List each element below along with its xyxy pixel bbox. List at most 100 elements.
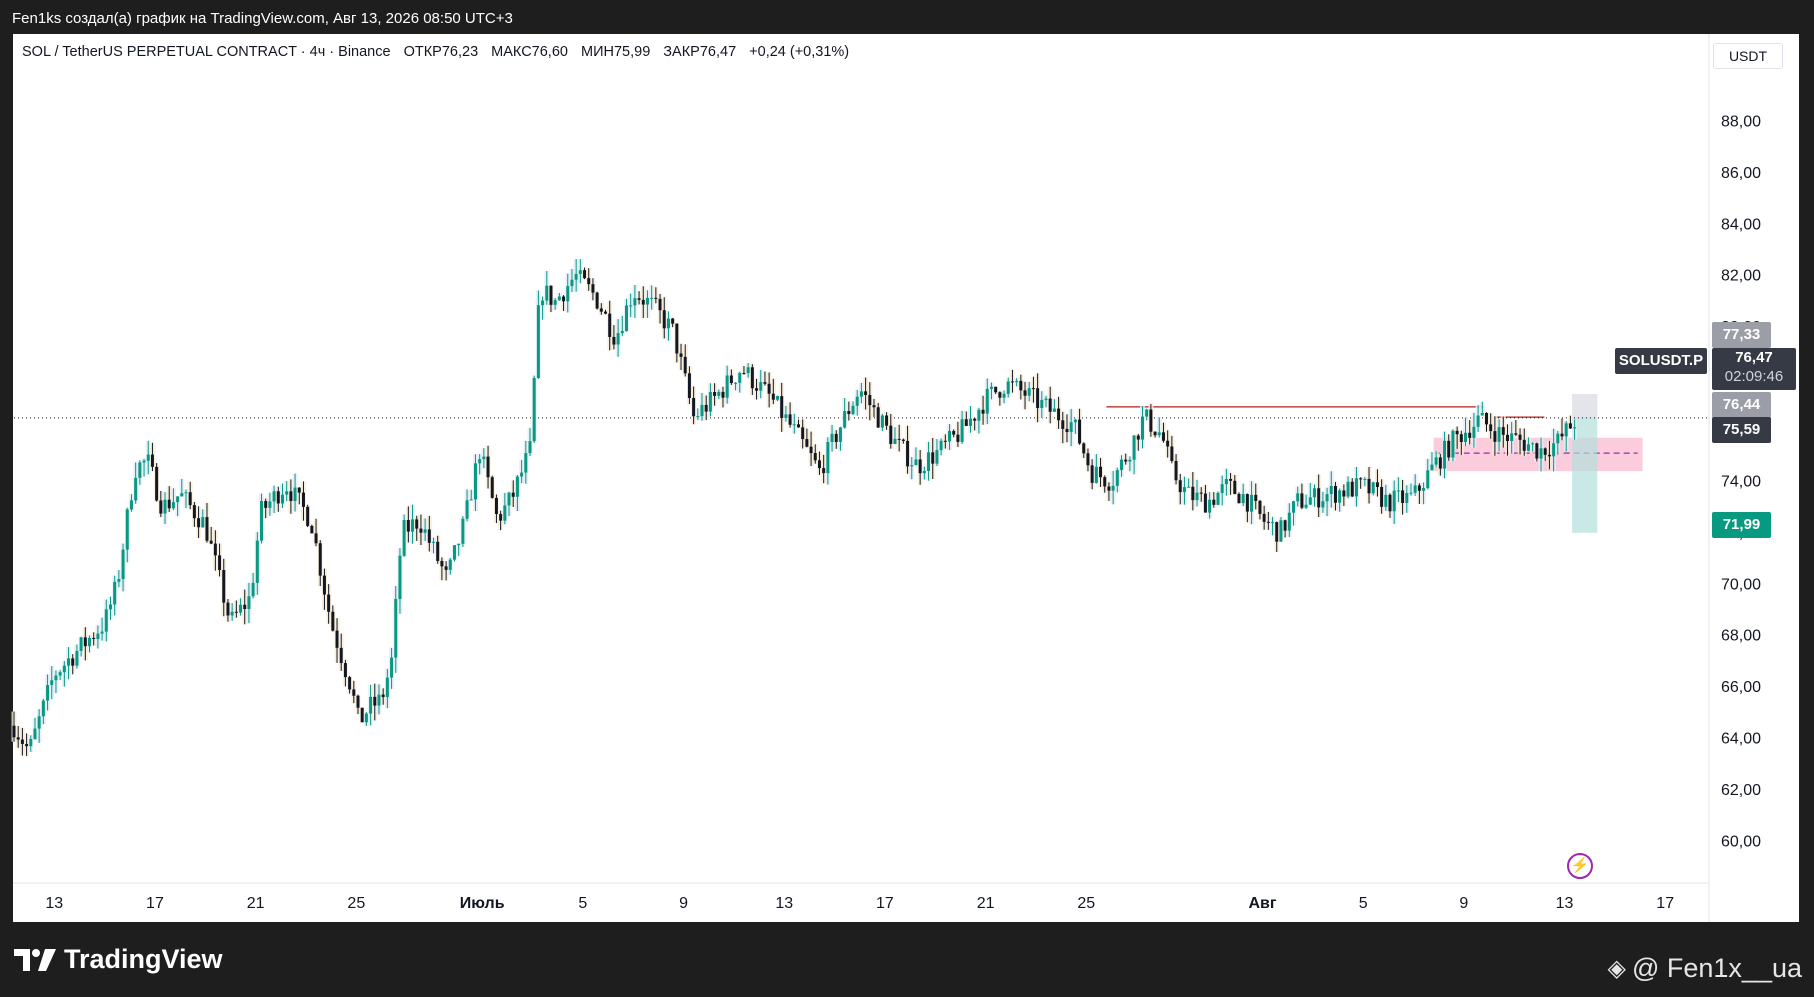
- candle-body: [910, 465, 914, 467]
- candle-body: [1136, 435, 1140, 440]
- candle-body: [1371, 482, 1375, 494]
- candle-body: [1556, 433, 1560, 444]
- candle-body: [146, 454, 150, 461]
- candle-body: [1174, 460, 1178, 481]
- legend-symbol: SOL / TetherUS PERPETUAL CONTRACT · 4ч ·…: [22, 44, 391, 60]
- currency-selector[interactable]: USDT: [1713, 43, 1783, 69]
- candle-body: [1342, 490, 1346, 497]
- candle-body: [222, 570, 226, 603]
- candle-body: [692, 398, 696, 417]
- lightning-icon[interactable]: ⚡: [1567, 853, 1593, 879]
- candle-body: [704, 404, 708, 412]
- candle-body: [683, 356, 687, 374]
- candle-body: [415, 519, 419, 529]
- candle-body: [486, 456, 490, 478]
- candle-body: [88, 637, 92, 647]
- price-chart[interactable]: 60,0062,0064,0066,0068,0070,0072,0074,00…: [0, 0, 1814, 997]
- candle-body: [1128, 459, 1132, 462]
- candle-body: [532, 377, 536, 442]
- candle-body: [180, 493, 184, 497]
- candle-body: [1010, 381, 1014, 383]
- candle-body: [1333, 486, 1337, 503]
- candle-body: [478, 459, 482, 464]
- candle-body: [155, 466, 159, 501]
- candle-body: [645, 297, 649, 305]
- x-tick-label: 9: [679, 895, 688, 912]
- candle-body: [784, 414, 788, 418]
- candle-body: [499, 514, 503, 521]
- candle-body: [1543, 448, 1547, 455]
- candle-body: [801, 427, 805, 440]
- candle-body: [129, 500, 133, 510]
- candle-body: [1099, 466, 1103, 478]
- candle-body: [75, 650, 79, 666]
- candle-body: [780, 396, 784, 418]
- candle-body: [335, 630, 339, 648]
- candle-body: [1564, 423, 1568, 437]
- candle-body: [1505, 434, 1509, 441]
- candle-body: [834, 433, 838, 442]
- candle-body: [1199, 492, 1203, 494]
- candle-body: [755, 388, 759, 391]
- candle-body: [587, 278, 591, 285]
- candle-body: [1300, 493, 1304, 508]
- y-tick-label: 62,00: [1721, 782, 1761, 799]
- candle-body: [1380, 486, 1384, 507]
- y-tick-label: 64,00: [1721, 731, 1761, 748]
- candle-body: [838, 427, 842, 442]
- candle-body: [1212, 499, 1216, 505]
- candle-body: [771, 393, 775, 400]
- tradingview-logo: TradingView: [14, 944, 223, 975]
- candle-body: [989, 386, 993, 389]
- candle-body: [482, 456, 486, 460]
- candle-body: [1111, 485, 1115, 491]
- candle-body: [817, 460, 821, 469]
- candle-body: [1451, 430, 1455, 458]
- candle-body: [465, 500, 469, 519]
- x-tick-label: 5: [1359, 895, 1368, 912]
- candle-body: [1388, 494, 1392, 512]
- candle-body: [1539, 448, 1543, 459]
- candle-body: [1535, 443, 1539, 459]
- legend-high: МАКС76,60: [491, 44, 568, 60]
- candle-body: [1069, 422, 1073, 433]
- candle-body: [906, 440, 910, 467]
- candle-body: [163, 499, 167, 514]
- candle-body: [1103, 477, 1107, 487]
- candle-body: [352, 689, 356, 696]
- candle-body: [922, 470, 926, 474]
- candle-body: [1514, 433, 1518, 435]
- candle-body: [83, 637, 87, 647]
- candle-body: [1048, 398, 1052, 412]
- candle-body: [1568, 423, 1572, 429]
- candle-body: [121, 549, 125, 580]
- candle-body: [1065, 428, 1069, 433]
- candle-body: [935, 450, 939, 464]
- candle-body: [1396, 490, 1400, 492]
- candle-body: [536, 305, 540, 378]
- candle-body: [1266, 521, 1270, 523]
- candle-body: [1426, 470, 1430, 488]
- exchange-icon: ◈: [1607, 955, 1626, 982]
- candle-body: [37, 716, 41, 729]
- candle-body: [578, 270, 582, 274]
- candle-body: [1308, 497, 1312, 505]
- candle-body: [788, 414, 792, 425]
- tradingview-logo-icon: [14, 948, 56, 971]
- candle-body: [1325, 494, 1329, 502]
- candle-body: [1354, 478, 1358, 497]
- candle-body: [633, 298, 637, 306]
- candle-body: [1124, 459, 1128, 462]
- candle-body: [390, 657, 394, 678]
- y-tick-label: 70,00: [1721, 576, 1761, 593]
- candle-body: [583, 270, 587, 279]
- candle-body: [566, 286, 570, 302]
- candle-body: [872, 405, 876, 408]
- candle-body: [574, 273, 578, 280]
- candle-body: [859, 391, 863, 397]
- candle-body: [264, 501, 268, 508]
- candle-body: [1363, 478, 1367, 480]
- candle-body: [805, 439, 809, 447]
- candle-body: [1166, 440, 1170, 447]
- candle-body: [1229, 478, 1233, 481]
